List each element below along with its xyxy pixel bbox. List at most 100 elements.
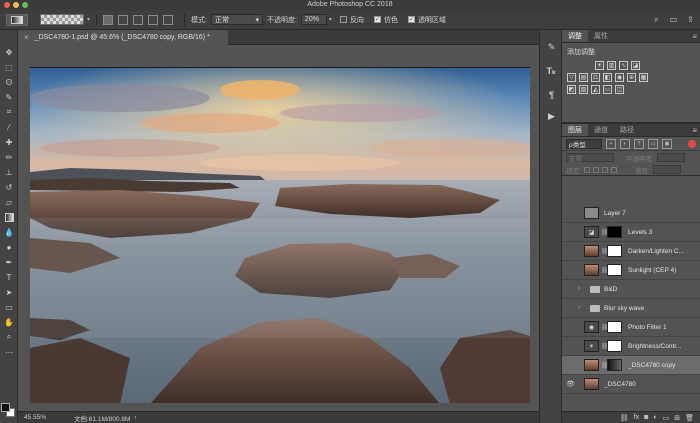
visibility-toggle[interactable] [566,361,575,370]
filter-type-icon[interactable]: T [634,138,644,149]
layer-row[interactable]: ☀ ⛓ Brightness/Contr... [562,337,700,356]
visibility-toggle[interactable] [566,323,575,332]
curves-icon[interactable]: ∿ [619,61,628,70]
actions-play-icon[interactable]: ▶ [545,110,558,123]
workspace-icon[interactable]: ▭ [668,14,679,25]
photo-filter-icon[interactable]: ◉ [615,73,624,82]
path-select-tool-icon[interactable]: ➤ [3,286,15,298]
gradient-preview[interactable] [40,14,84,25]
lock-all-icon[interactable] [610,166,617,173]
opacity-input[interactable]: 20% [300,14,327,25]
tab-paths[interactable]: 路径 [614,124,640,136]
visibility-toggle[interactable] [566,266,575,275]
layer-row[interactable]: Layer 7 [562,204,700,223]
layer-row[interactable]: ⛓ Darken/Lighten C... [562,242,700,261]
hue-saturation-icon[interactable]: ▤ [579,73,588,82]
link-layers-icon[interactable]: ⛓ [620,414,629,422]
new-adjustment-icon[interactable]: ◐ [653,414,657,421]
filter-pixel-icon[interactable]: ▪ [606,138,616,149]
zoom-level[interactable]: 45.55% [24,414,64,421]
layer-row[interactable]: ◪ ⛓ Levels 3 [562,223,700,242]
check-icon[interactable]: ✓ [407,16,415,23]
canvas-area[interactable] [18,45,539,411]
eye-icon[interactable]: 👁 [566,380,575,389]
chevron-down-icon[interactable]: ▾ [87,16,90,23]
filter-adjustment-icon[interactable]: ◐ [620,138,630,149]
new-group-icon[interactable]: ▭ [663,414,670,422]
close-tab-icon[interactable]: × [24,33,29,42]
delete-layer-icon[interactable]: 🗑 [685,414,694,422]
layer-row[interactable]: ◉ ⛓ Photo Filter 1 [562,318,700,337]
chevron-right-icon[interactable]: › [578,286,580,292]
visibility-toggle[interactable] [566,342,575,351]
filter-toggle[interactable] [688,139,696,148]
mode-select[interactable]: 正常 ▾ [210,14,263,25]
exposure-icon[interactable]: ◪ [631,61,640,70]
levels-icon[interactable]: ▥ [607,61,616,70]
more-tools-icon[interactable]: ⋯ [3,346,15,358]
threshold-icon[interactable]: ◭ [591,85,600,94]
foreground-color-swatch[interactable] [1,403,10,412]
posterize-icon[interactable]: ▨ [579,85,588,94]
eyedropper-tool-icon[interactable]: ⁄ [3,121,15,133]
lock-position-icon[interactable] [592,166,599,173]
filter-shape-icon[interactable]: ▭ [648,138,658,149]
visibility-toggle[interactable] [566,285,575,294]
healing-brush-tool-icon[interactable]: ✚ [3,136,15,148]
visibility-toggle[interactable] [566,304,575,313]
clone-stamp-tool-icon[interactable]: ⊥ [3,166,15,178]
document-tab[interactable]: × _DSC4780-1.psd @ 45.6% (_DSC4780 copy,… [18,30,228,45]
brush-settings-icon[interactable]: ✎ [545,41,558,54]
zoom-tool-icon[interactable]: ⌕ [3,331,15,343]
linear-gradient-button[interactable] [103,14,114,25]
marquee-tool-icon[interactable]: ⬚ [3,61,15,73]
hand-tool-icon[interactable]: ✋ [3,316,15,328]
color-balance-icon[interactable]: ⚖ [591,73,600,82]
layer-row-selected[interactable]: ⛓ _DSC4780 copy [562,356,700,375]
search-icon[interactable]: ⌕ [651,14,662,25]
tool-preset-picker[interactable] [6,13,28,26]
chevron-down-icon[interactable]: ▾ [329,16,332,23]
reflected-gradient-button[interactable] [148,14,159,25]
visibility-toggle[interactable] [566,228,575,237]
dodge-tool-icon[interactable]: ● [3,241,15,253]
pen-tool-icon[interactable]: ✒ [3,256,15,268]
check-icon[interactable]: ✓ [373,16,381,23]
panel-menu-icon[interactable]: ≡ [692,126,697,135]
filter-kind-select[interactable]: ρ类型 [566,138,602,149]
history-brush-tool-icon[interactable]: ↺ [3,181,15,193]
gradient-map-icon[interactable]: ▭ [603,85,612,94]
brightness-contrast-icon[interactable]: ☀ [595,61,604,70]
character-panel-icon[interactable]: Tₖ [545,65,558,78]
tab-layers[interactable]: 图层 [562,124,588,136]
lock-artboard-icon[interactable] [601,166,608,173]
layer-opacity-input[interactable] [656,153,685,162]
crop-tool-icon[interactable]: ⌗ [3,106,15,118]
brush-tool-icon[interactable]: ✏ [3,151,15,163]
document-canvas[interactable] [30,67,530,403]
checkbox-box[interactable] [339,16,347,23]
tab-properties[interactable]: 属性 [588,30,614,42]
fill-input[interactable] [652,165,681,174]
dither-checkbox[interactable]: ✓ 仿色 [373,15,398,25]
share-icon[interactable]: ⇪ [685,14,696,25]
black-white-icon[interactable]: ◧ [603,73,612,82]
chevron-right-icon[interactable]: › [578,305,580,311]
visibility-toggle[interactable] [566,209,575,218]
layer-group-row[interactable]: › B&D [562,280,700,299]
paragraph-panel-icon[interactable]: ¶ [545,88,558,101]
invert-icon[interactable]: ◩ [567,85,576,94]
add-mask-icon[interactable]: ◙ [644,414,648,421]
tab-channels[interactable]: 通道 [588,124,614,136]
channel-mixer-icon[interactable]: ⊕ [627,73,636,82]
lasso-tool-icon[interactable]: ʘ [3,76,15,88]
transparency-checkbox[interactable]: ✓ 透明区域 [407,15,446,25]
new-layer-icon[interactable]: ⊞ [674,414,680,422]
chevron-right-icon[interactable]: › [134,415,136,421]
tab-adjustments[interactable]: 调整 [562,30,588,42]
reverse-checkbox[interactable]: 反向 [339,15,364,25]
lock-pixels-icon[interactable] [583,166,590,173]
visibility-toggle[interactable] [566,247,575,256]
layer-group-row[interactable]: › Blur sky wave [562,299,700,318]
panel-menu-icon[interactable]: ≡ [692,32,697,41]
